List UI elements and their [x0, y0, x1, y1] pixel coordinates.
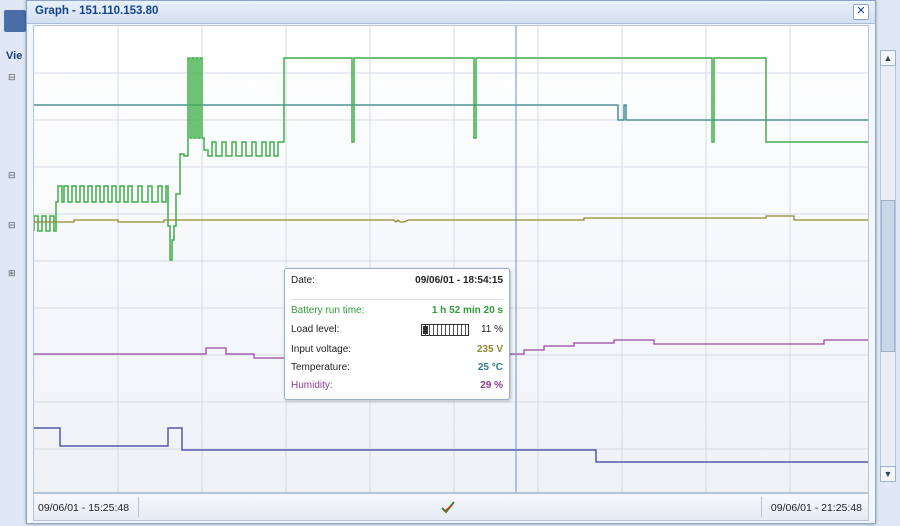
- view-menu-label[interactable]: Vie: [6, 50, 22, 62]
- load-level-ticks: [422, 325, 468, 335]
- footer-divider: [761, 497, 762, 517]
- tooltip-humidity-label: Humidity:: [291, 380, 333, 391]
- tooltip-divider: [291, 299, 503, 300]
- series-battery-run-time: [34, 57, 868, 261]
- graph-window: Graph - 151.110.153.80 ✕ Date: 09/06/01 …: [26, 0, 876, 524]
- pencil-check-icon[interactable]: [440, 500, 456, 514]
- close-icon[interactable]: ✕: [853, 4, 869, 20]
- tooltip-humidity-value: 29 %: [480, 380, 503, 391]
- tree-node-icon[interactable]: ⊟: [8, 220, 22, 230]
- app-logo-icon: [4, 10, 26, 32]
- grid-lines: [34, 26, 868, 492]
- background-scroll-panel: ▲ ▼: [874, 0, 900, 526]
- tooltip-temp-label: Temperature:: [291, 362, 350, 373]
- tooltip-date-value: 09/06/01 - 18:54:15: [415, 275, 503, 286]
- scroll-up-icon[interactable]: ▲: [880, 50, 896, 66]
- window-title: Graph - 151.110.153.80: [35, 5, 159, 17]
- tooltip-load-value: 11 %: [480, 324, 503, 335]
- tooltip-date-label: Date:: [291, 275, 315, 286]
- start-time: 09/06/01 - 15:25:48: [38, 502, 130, 514]
- footer-divider: [138, 497, 139, 517]
- graph-plot-area[interactable]: Date: 09/06/01 - 18:54:15 Battery run ti…: [33, 25, 869, 493]
- scroll-down-icon[interactable]: ▼: [880, 466, 896, 482]
- series-input-voltage: [34, 215, 868, 223]
- tree-node-icon[interactable]: ⊟: [8, 170, 22, 180]
- tooltip-temp-value: 25 °C: [477, 362, 503, 373]
- data-tooltip: Date: 09/06/01 - 18:54:15 Battery run ti…: [284, 268, 510, 400]
- load-level-bar: [421, 324, 469, 336]
- series-load-level: [34, 104, 868, 121]
- scrollbar-thumb[interactable]: [881, 200, 895, 352]
- tree-node-icon[interactable]: ⊟: [8, 72, 22, 82]
- tree-node-icon[interactable]: ⊞: [8, 268, 22, 278]
- end-time: 09/06/01 - 21:25:48: [770, 502, 862, 514]
- tooltip-battery-label: Battery run time:: [291, 305, 365, 316]
- time-range-footer: 09/06/01 - 15:25:48 09/06/01 - 21:25:48: [33, 493, 869, 521]
- tooltip-voltage-label: Input voltage:: [291, 344, 352, 355]
- series-temperature: [34, 427, 868, 463]
- tooltip-voltage-value: 235 V: [476, 344, 503, 355]
- tooltip-load-label: Load level:: [291, 324, 340, 335]
- graph-svg: [34, 26, 868, 492]
- tooltip-battery-value: 1 h 52 min 20 s: [431, 305, 503, 316]
- title-bar[interactable]: Graph - 151.110.153.80 ✕: [27, 1, 875, 24]
